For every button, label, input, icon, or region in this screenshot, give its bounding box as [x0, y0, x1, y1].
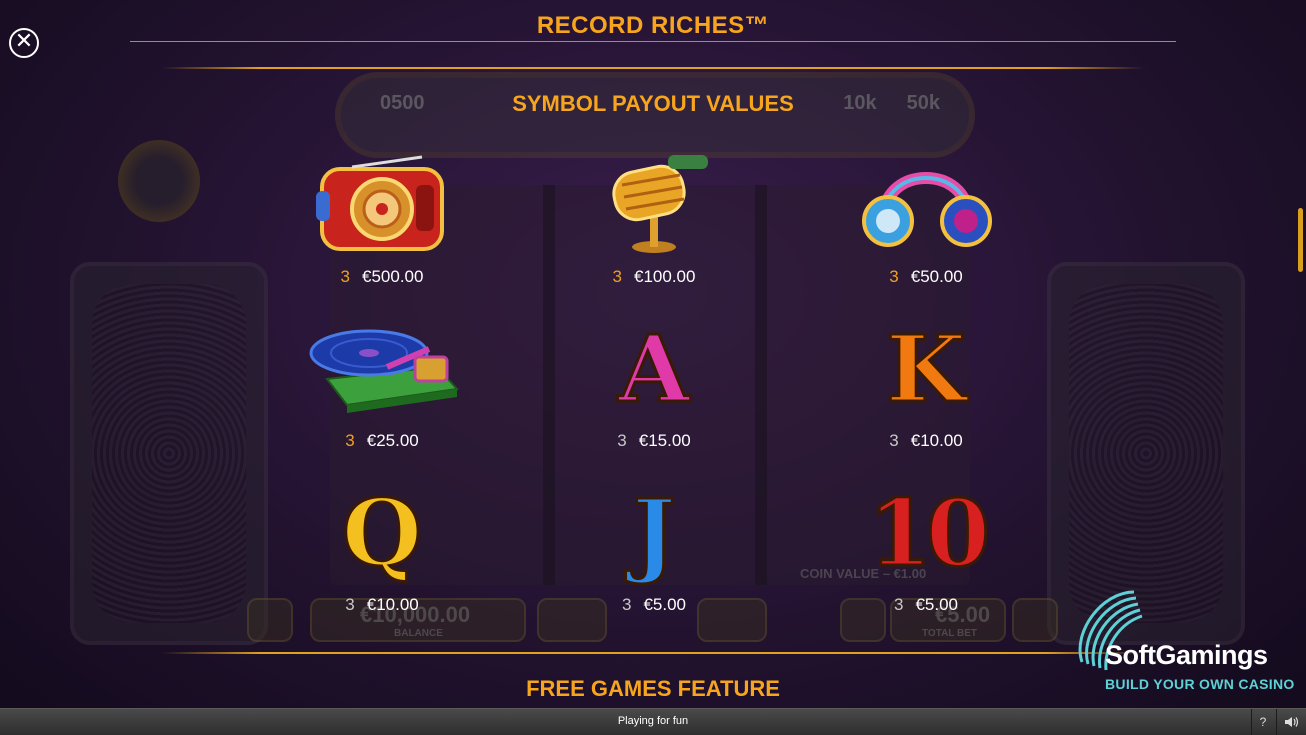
payout-row: 3 €5.00	[554, 595, 754, 615]
payout-item-microphone: 3 €100.00	[554, 150, 754, 300]
paytable-scrollbar[interactable]	[1298, 208, 1303, 272]
payout-value: €25.00	[366, 431, 419, 450]
symbol-count: 3	[889, 267, 899, 286]
payout-item-10: 10 3 €5.00	[826, 478, 1026, 628]
sound-button[interactable]	[1276, 709, 1306, 735]
payout-item-turntable: 3 €25.00	[282, 314, 482, 464]
symbol-count: 3	[612, 267, 622, 286]
symbol-glyph: J	[631, 479, 677, 587]
payout-value: €5.00	[915, 595, 958, 614]
payout-value: €10.00	[366, 595, 419, 614]
symbol-count: 3	[340, 267, 350, 286]
symbol-count: 3	[893, 595, 904, 614]
payout-row: 3 €10.00	[826, 431, 1026, 451]
background-total-bet-label: TOTAL BET	[922, 628, 977, 639]
payout-row: 3 €50.00	[826, 267, 1026, 287]
help-button[interactable]: ?	[1251, 709, 1274, 735]
symbol-glyph: Q	[340, 479, 423, 587]
title-divider	[130, 41, 1176, 42]
payout-value: €100.00	[634, 267, 696, 286]
number-10-icon: 10	[846, 478, 1006, 588]
payout-row: 3 €100.00	[554, 267, 754, 287]
payout-item-a: A 3 €15.00	[554, 314, 754, 464]
background-knob	[118, 140, 200, 222]
payout-value: €500.00	[362, 267, 424, 286]
payout-value: €15.00	[638, 431, 691, 450]
symbol-payout-title: SYMBOL PAYOUT VALUES	[512, 91, 794, 116]
softgamings-logo: SoftGamings BUILD YOUR OWN CASINO	[1072, 582, 1302, 692]
symbol-count: 3	[345, 595, 355, 614]
letter-k-icon: K	[846, 314, 1006, 424]
section-divider	[162, 652, 1144, 654]
payout-row: 3 €500.00	[282, 267, 482, 287]
headphones-icon	[846, 150, 1006, 260]
payout-item-k: K 3 €10.00	[826, 314, 1026, 464]
background-speaker-left	[70, 262, 268, 645]
symbol-count: 3	[621, 595, 632, 614]
payout-row: 3 €5.00	[826, 595, 1026, 615]
brand-name: SoftGamings	[1105, 640, 1268, 670]
speaker-icon	[1285, 717, 1299, 727]
letter-a-icon: A	[574, 314, 734, 424]
background-balance-label: BALANCE	[394, 628, 443, 639]
letter-j-icon: J	[574, 478, 734, 588]
payout-row: 3 €15.00	[554, 431, 754, 451]
symbol-count: 3	[345, 431, 355, 450]
close-icon: ✕	[14, 29, 34, 54]
brand-tagline: BUILD YOUR OWN CASINO	[1105, 676, 1295, 692]
payout-item-q: Q 3 €10.00	[282, 478, 482, 628]
radio-icon	[302, 150, 462, 260]
payout-item-j: J 3 €5.00	[554, 478, 754, 628]
paytable-top-divider	[162, 67, 1144, 69]
close-button[interactable]: ✕	[9, 28, 39, 58]
symbol-count: 3	[617, 431, 627, 450]
payout-row: 3 €10.00	[282, 595, 482, 615]
letter-q-icon: Q	[302, 478, 462, 588]
payout-item-headphones: 3 €50.00	[826, 150, 1026, 300]
turntable-icon	[292, 314, 472, 424]
symbol-count: 3	[889, 431, 899, 450]
reel-divider	[755, 185, 767, 585]
game-title: RECORD RICHES™	[536, 12, 770, 39]
microphone-icon	[574, 150, 734, 260]
payout-row: 3 €25.00	[282, 431, 482, 451]
payout-value: €5.00	[643, 595, 686, 614]
symbol-glyph: K	[885, 315, 968, 423]
payout-value: €10.00	[910, 431, 963, 450]
payout-value: €50.00	[910, 267, 963, 286]
payout-item-radio: 3 €500.00	[282, 150, 482, 300]
play-mode-text: Playing for fun	[617, 715, 689, 727]
symbol-glyph: 10	[866, 479, 991, 587]
symbol-glyph: A	[617, 315, 691, 423]
status-bar: Playing for fun ?	[0, 708, 1306, 735]
